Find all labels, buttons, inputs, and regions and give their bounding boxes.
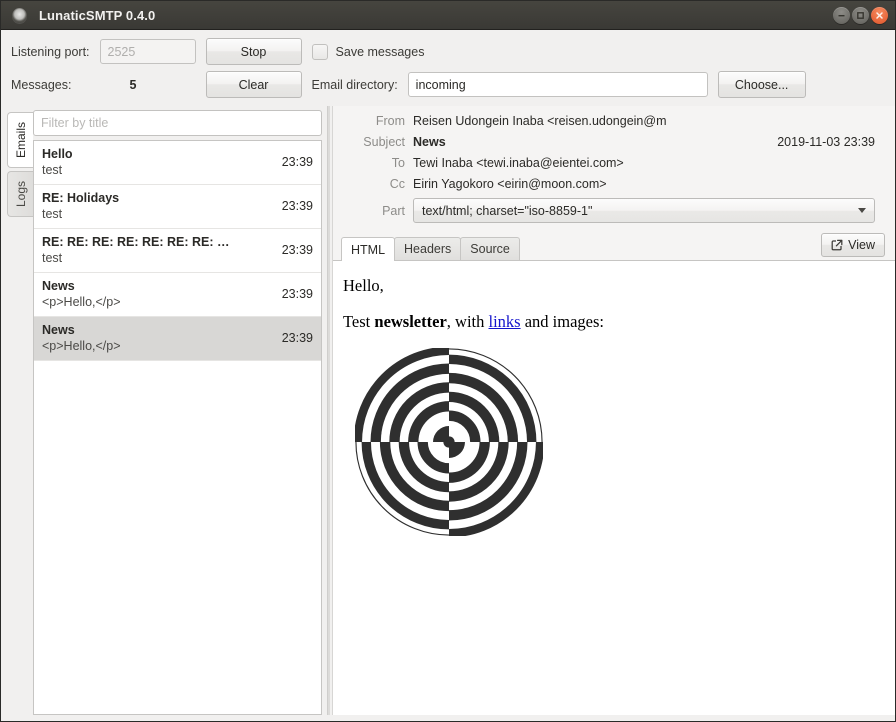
from-label: From <box>375 114 405 128</box>
subject-label: Subject <box>363 135 405 149</box>
filter-row <box>33 106 322 140</box>
minimize-icon[interactable] <box>833 6 850 24</box>
email-directory-row: Email directory: Choose... <box>312 71 885 98</box>
list-item-time: 23:39 <box>281 243 313 257</box>
preview-line: Test newsletter, with links and images: <box>343 311 885 333</box>
message-headers: From Reisen Udongein Inaba <reisen.udong… <box>333 106 895 229</box>
viewer-tab-bar: HTML Headers Source View <box>333 229 895 261</box>
list-item[interactable]: News <p>Hello,</p> 23:39 <box>34 317 321 361</box>
list-item-subject: Hello <box>42 147 73 161</box>
list-item[interactable]: Hello test 23:39 <box>34 141 321 185</box>
list-item-preview: <p>Hello,</p> <box>42 339 121 353</box>
window-title: LunaticSMTP 0.4.0 <box>39 7 156 23</box>
list-item-preview: test <box>42 251 63 265</box>
list-item-time: 23:39 <box>281 155 313 169</box>
list-item-preview: <p>Hello,</p> <box>42 295 121 309</box>
sidebar-item-emails[interactable]: Emails <box>7 112 33 169</box>
choose-button[interactable]: Choose... <box>717 71 806 98</box>
toolbar: Listening port: Stop Save messages Messa… <box>1 30 895 106</box>
view-button-label: View <box>848 238 875 252</box>
listening-port-label: Listening port: <box>11 44 90 59</box>
list-item-time: 23:39 <box>281 287 313 301</box>
title-bar: LunaticSMTP 0.4.0 <box>1 1 895 30</box>
sidebar-item-logs-label: Logs <box>13 181 28 208</box>
html-preview: Hello, Test newsletter, with links and i… <box>333 261 895 715</box>
tab-html[interactable]: HTML <box>341 237 396 261</box>
filter-input[interactable] <box>33 110 322 136</box>
tab-headers[interactable]: Headers <box>394 237 462 260</box>
list-item-subject: RE: RE: RE: RE: RE: RE: RE: … <box>42 235 230 249</box>
maximize-icon[interactable] <box>852 6 869 24</box>
preview-link[interactable]: links <box>489 312 521 331</box>
subject-value: News <box>413 135 446 149</box>
list-item-main: Hello test <box>42 146 274 178</box>
email-directory-label: Email directory: <box>311 77 398 92</box>
listening-port-input[interactable] <box>99 39 196 64</box>
list-item-subject: News <box>42 323 75 337</box>
email-list-pane: Hello test 23:39 RE: Holidays test 23:39… <box>33 106 324 715</box>
preview-line-mid: , with <box>446 312 489 332</box>
list-item[interactable]: RE: RE: RE: RE: RE: RE: RE: … test 23:39 <box>34 229 321 273</box>
to-label: To <box>391 156 405 170</box>
list-item-time: 23:39 <box>281 331 313 345</box>
app-circle-icon <box>12 7 27 23</box>
list-item-preview: test <box>42 163 63 177</box>
cc-label: Cc <box>389 177 405 191</box>
concentric-target-image <box>355 348 543 536</box>
email-directory-input[interactable] <box>407 72 708 97</box>
list-item[interactable]: News <p>Hello,</p> 23:39 <box>34 273 321 317</box>
list-item-main: News <p>Hello,</p> <box>42 278 274 310</box>
messages-label: Messages: <box>11 77 72 92</box>
list-item[interactable]: RE: Holidays test 23:39 <box>34 185 321 229</box>
tab-source[interactable]: Source <box>460 237 520 260</box>
list-item-main: RE: Holidays test <box>42 190 274 222</box>
from-value: Reisen Udongein Inaba <reisen.udongein@m <box>413 114 667 128</box>
chevron-down-icon <box>858 208 866 213</box>
subject-row: News 2019-11-03 23:39 <box>413 135 887 149</box>
message-pane: From Reisen Udongein Inaba <reisen.udong… <box>332 106 895 715</box>
to-value: Tewi Inaba <tewi.inaba@eientei.com> <box>413 156 624 170</box>
part-label: Part <box>382 203 405 218</box>
view-button[interactable]: View <box>821 233 885 257</box>
save-messages-row: Save messages <box>311 43 885 60</box>
part-select[interactable]: text/html; charset="iso-8859-1" <box>413 198 875 223</box>
preview-greeting: Hello, <box>343 276 384 295</box>
close-icon[interactable] <box>871 6 888 24</box>
message-date: 2019-11-03 23:39 <box>777 135 875 149</box>
cc-value: Eirin Yagokoro <eirin@moon.com> <box>413 177 607 191</box>
list-item-main: News <p>Hello,</p> <box>42 322 274 354</box>
pane-splitter[interactable] <box>324 106 332 715</box>
preview-line-suffix: and images: <box>520 312 604 332</box>
list-item-subject: RE: Holidays <box>42 191 120 205</box>
side-tab-strip: Emails Logs <box>1 106 33 715</box>
save-messages-label: Save messages <box>335 44 425 59</box>
window-controls <box>833 1 888 29</box>
application-window: LunaticSMTP 0.4.0 Listening port: Stop S… <box>0 0 896 722</box>
list-item-time: 23:39 <box>281 199 313 213</box>
preview-line-bold: newsletter <box>374 312 447 332</box>
list-item-subject: News <box>42 279 75 293</box>
sidebar-item-emails-label: Emails <box>13 122 28 159</box>
save-messages-checkbox[interactable] <box>311 43 328 60</box>
main-body: Emails Logs Hello test 23:39 <box>1 106 895 721</box>
messages-count: 5 <box>129 77 137 92</box>
list-item-preview: test <box>42 207 63 221</box>
part-select-value: text/html; charset="iso-8859-1" <box>422 203 593 218</box>
stop-button[interactable]: Stop <box>205 38 302 65</box>
sidebar-item-logs[interactable]: Logs <box>7 171 33 218</box>
clear-button[interactable]: Clear <box>205 71 302 98</box>
preview-line-prefix: Test <box>343 312 375 332</box>
list-item-main: RE: RE: RE: RE: RE: RE: RE: … test <box>42 234 274 266</box>
external-link-icon <box>831 239 843 251</box>
email-list[interactable]: Hello test 23:39 RE: Holidays test 23:39… <box>33 140 322 715</box>
